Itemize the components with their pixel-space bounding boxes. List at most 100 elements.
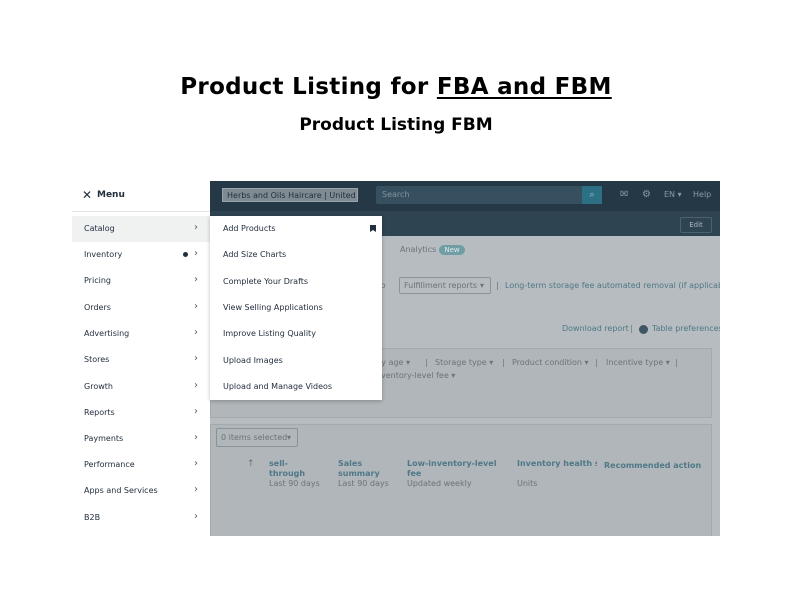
chevron-right-icon: › [194,274,198,285]
store-selector[interactable]: Herbs and Oils Haircare | United [222,188,358,202]
separator: | [496,281,499,290]
chevron-right-icon: › [194,484,198,495]
bookmark-icon[interactable] [370,225,376,232]
submenu-item-label: Add Size Charts [223,250,287,260]
side-menu: ✕ Menu Catalog › Inventory › Pricing › Orders ›… [72,181,210,536]
separator: | [502,358,505,367]
sort-ascending-icon[interactable]: ↑ [247,459,255,469]
chevron-right-icon: › [194,406,198,417]
sidebar-item-label: Stores [84,355,110,364]
sidebar-item-label: Inventory [84,250,123,259]
sidebar-item-label: Performance [84,460,135,469]
submenu-item-label: View Selling Applications [223,302,323,312]
seller-central-screenshot: Herbs and Oils Haircare | United Search … [72,181,720,536]
submenu-item-add-size-charts[interactable]: Add Size Charts [210,242,382,268]
sidebar-item-advertising[interactable]: Advertising › [72,321,210,347]
bulk-actions-select[interactable]: 0 items selected ▾ [216,428,298,447]
submenu-item-upload-and-manage-videos[interactable]: Upload and Manage Videos [210,374,382,400]
language-selector[interactable]: EN ▾ [664,190,682,199]
submenu-item-label: Upload and Manage Videos [223,381,333,391]
menu-title: Menu [97,190,125,200]
sidebar-item-label: Catalog [84,224,115,233]
sidebar-item-label: Growth [84,382,113,391]
top-navigation-bar: Herbs and Oils Haircare | United Search … [210,181,720,211]
column-header-sales-summary[interactable]: Sales summary [338,459,388,479]
sidebar-item-performance[interactable]: Performance › [72,452,210,478]
gear-icon [639,325,648,334]
chevron-right-icon: › [194,458,198,469]
notification-dot-icon [183,252,188,257]
column-header-recommended-action[interactable]: Recommended action [604,461,701,471]
chevron-right-icon: › [194,248,198,259]
sidebar-item-growth[interactable]: Growth › [72,374,210,400]
sidebar-item-label: B2B [84,513,101,522]
separator: | [630,324,633,333]
column-sub: Updated weekly [407,479,472,488]
chevron-right-icon: › [194,353,198,364]
edit-button[interactable]: Edit [680,217,712,233]
submenu-item-label: Improve Listing Quality [223,329,316,339]
title-prefix: Product Listing for [180,74,437,100]
gear-icon[interactable]: ⚙ [642,189,651,200]
mail-icon[interactable]: ✉ [620,189,628,200]
sidebar-item-label: Pricing [84,276,111,285]
submenu-item-upload-images[interactable]: Upload Images [210,348,382,374]
submenu-item-label: Upload Images [223,355,283,365]
sidebar-item-label: Apps and Services [84,486,158,495]
menu-header: ✕ Menu [72,181,210,212]
sidebar-item-b2b[interactable]: B2B › [72,505,210,531]
sidebar-item-stores[interactable]: Stores › [72,347,210,373]
ltsf-link[interactable]: Long-term storage fee automated removal … [505,281,720,290]
title-underlined: FBA and FBM [436,74,612,100]
table-preferences-link[interactable]: Table preferences [652,324,720,333]
filter-inventory-level-fee[interactable]: ventory-level fee ▾ [381,371,455,380]
sidebar-item-apps-and-services[interactable]: Apps and Services › [72,478,210,504]
search-icon[interactable]: ⌕ [582,186,602,204]
sidebar-item-payments[interactable]: Payments › [72,426,210,452]
close-icon[interactable]: ✕ [82,188,92,202]
chevron-right-icon: › [194,301,198,312]
chevron-down-icon: ▾ [287,433,292,442]
analytics-label: Analytics [400,245,437,254]
column-header-low-inventory-fee[interactable]: Low-inventory-level fee [407,459,507,479]
filter-age[interactable]: ry age ▾ [378,358,410,367]
column-header-inventory-health[interactable]: Inventory health sta recommendation [517,459,597,469]
chevron-right-icon: › [194,327,198,338]
new-badge: New [439,245,465,255]
column-sub: Units [517,479,538,488]
items-selected-label: 0 items selected [221,433,288,442]
search-input[interactable]: Search ⌕ [376,186,602,204]
separator: | [425,358,428,367]
filter-incentive-type[interactable]: Incentive type ▾ [606,358,670,367]
filter-product-condition[interactable]: Product condition ▾ [512,358,588,367]
search-placeholder: Search [382,190,410,199]
separator: | [675,358,678,367]
chevron-right-icon: › [194,222,198,233]
fulfillment-reports-label: Fulfillment reports [404,281,478,290]
submenu-item-view-selling-applications[interactable]: View Selling Applications [210,295,382,321]
chevron-down-icon: ▾ [677,190,682,199]
filter-storage-type[interactable]: Storage type ▾ [435,358,493,367]
submenu-item-improve-listing-quality[interactable]: Improve Listing Quality [210,321,382,347]
analytics-tab[interactable]: Analytics New [400,245,465,255]
submenu-item-add-products[interactable]: Add Products [210,216,382,242]
catalog-submenu: Add Products Add Size Charts Complete Your… [210,216,382,400]
column-header-sell-through[interactable]: sell-through [269,459,324,479]
fulfillment-reports-select[interactable]: Fulfillment reports ▾ [399,277,491,294]
sidebar-item-pricing[interactable]: Pricing › [72,268,210,294]
sidebar-item-reports[interactable]: Reports › [72,400,210,426]
separator: | [595,358,598,367]
language-label: EN [664,190,676,199]
chevron-right-icon: › [194,380,198,391]
sidebar-item-inventory[interactable]: Inventory › [72,242,210,268]
sidebar-item-orders[interactable]: Orders › [72,295,210,321]
chevron-right-icon: › [194,432,198,443]
page-title: Product Listing for FBA and FBM [0,74,792,100]
sidebar-item-catalog[interactable]: Catalog › [72,216,210,242]
submenu-item-complete-your-drafts[interactable]: Complete Your Drafts [210,269,382,295]
help-link[interactable]: Help [693,190,711,199]
column-sub: Last 90 days [269,479,320,488]
download-report-link[interactable]: Download report [562,324,629,333]
submenu-item-label: Add Products [223,224,276,233]
chevron-right-icon: › [194,511,198,522]
